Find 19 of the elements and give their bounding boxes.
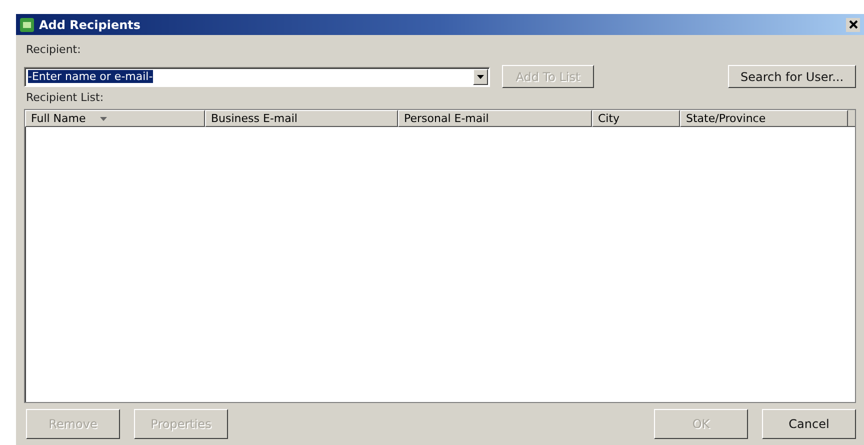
caret-icon	[477, 74, 484, 78]
empty-column-header	[848, 110, 855, 127]
dialog-button[interactable]: Cancel	[762, 409, 856, 439]
column-header[interactable]: Personal E-mail	[398, 110, 592, 127]
recipient-field-value: -Enter name or e-mail-	[28, 70, 153, 83]
column-header[interactable]: Full Name	[25, 110, 205, 127]
window-title: Add Recipients	[39, 18, 142, 32]
column-header[interactable]: City	[592, 110, 680, 127]
recipient-combo-box[interactable]: -Enter name or e-mail-	[24, 66, 490, 86]
close-icon	[848, 20, 858, 29]
close-button[interactable]	[846, 18, 860, 32]
recipient-label: Recipient:	[26, 43, 82, 56]
search-for-user-button[interactable]: Search for User...	[728, 65, 856, 88]
column-header[interactable]: Business E-mail	[205, 110, 398, 127]
app-icon	[20, 18, 34, 32]
dropdown-button[interactable]	[473, 68, 488, 84]
recipient-list-label: Recipient List:	[26, 91, 105, 104]
recipient-list[interactable]: Full Name Business E-mail Personal E-mail City State/Province	[24, 109, 856, 403]
column-header[interactable]: State/Province	[680, 110, 848, 127]
